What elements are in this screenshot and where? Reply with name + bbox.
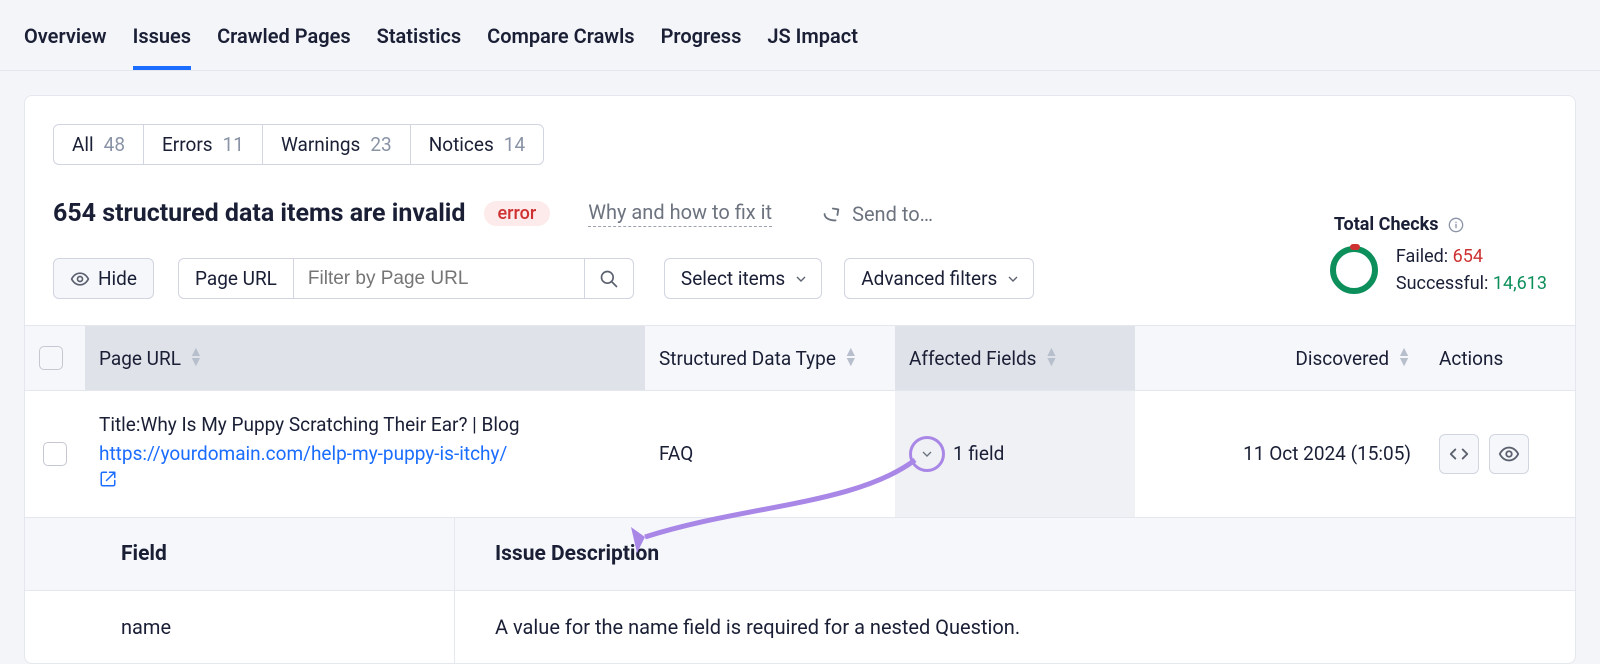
issue-title: 654 structured data items are invalid [53, 199, 466, 228]
issue-type-filter: All 48 Errors 11 Warnings 23 Notices 14 [53, 124, 1547, 165]
row-title: Why Is My Puppy Scratching Their Ear? | … [140, 413, 519, 436]
chevron-down-icon [1005, 271, 1021, 287]
row-data-type: FAQ [645, 391, 895, 517]
select-all-header[interactable] [25, 326, 85, 390]
sort-icon: ▲▼ [844, 348, 858, 368]
detail-col-field: Field [25, 518, 455, 590]
code-icon [1448, 443, 1470, 465]
row-actions [1425, 391, 1545, 517]
row-affected-fields[interactable]: 1 field [895, 391, 1135, 517]
filter-all[interactable]: All 48 [53, 124, 144, 165]
filter-notices-label: Notices [429, 133, 494, 156]
hide-button[interactable]: Hide [53, 258, 154, 299]
total-checks-block: Total Checks Failed: 654 Successful: 14,… [1330, 214, 1547, 297]
why-how-fix-link[interactable]: Why and how to fix it [588, 200, 772, 227]
detail-field-name: name [25, 591, 455, 663]
controls-row: Hide Page URL Select items Advanced filt… [53, 258, 1547, 299]
view-source-button[interactable] [1439, 434, 1479, 474]
row-checkbox-cell[interactable] [25, 391, 85, 517]
select-all-checkbox[interactable] [39, 346, 63, 370]
detail-row: name A value for the name field is requi… [25, 591, 1575, 663]
filter-errors-label: Errors [162, 133, 213, 156]
hide-label: Hide [98, 267, 137, 290]
page-url-filter: Page URL [178, 258, 634, 299]
table-row: Title:Why Is My Puppy Scratching Their E… [25, 391, 1575, 518]
successful-count: 14,613 [1493, 273, 1547, 294]
row-open-external[interactable] [99, 470, 117, 488]
expand-affected-button[interactable] [909, 436, 945, 472]
tab-compare-crawls[interactable]: Compare Crawls [487, 24, 634, 70]
col-affected-fields[interactable]: Affected Fields ▲▼ [895, 326, 1135, 390]
tab-crawled-pages[interactable]: Crawled Pages [217, 24, 351, 70]
detail-issue-description: A value for the name field is required f… [455, 591, 1575, 663]
advanced-filters-label: Advanced filters [861, 267, 997, 290]
filter-warnings[interactable]: Warnings 23 [262, 124, 411, 165]
sort-icon: ▲▼ [1397, 348, 1411, 368]
filter-warnings-count: 23 [370, 133, 391, 156]
col-discovered[interactable]: Discovered ▲▼ [1135, 326, 1425, 390]
eye-icon [1498, 443, 1520, 465]
filter-notices-count: 14 [504, 133, 525, 156]
issues-card: All 48 Errors 11 Warnings 23 Notices 14 … [24, 95, 1576, 664]
issues-table-header: Page URL ▲▼ Structured Data Type ▲▼ Affe… [25, 325, 1575, 391]
filter-all-count: 48 [104, 133, 125, 156]
eye-icon [70, 269, 90, 289]
checks-donut-icon [1330, 246, 1378, 294]
external-link-icon [99, 470, 117, 488]
chevron-down-icon [793, 271, 809, 287]
select-items-label: Select items [681, 267, 785, 290]
select-items-dropdown[interactable]: Select items [664, 258, 822, 299]
tab-issues[interactable]: Issues [133, 24, 192, 70]
advanced-filters-dropdown[interactable]: Advanced filters [844, 258, 1034, 299]
page-url-filter-label[interactable]: Page URL [178, 258, 294, 299]
top-tabs: Overview Issues Crawled Pages Statistics… [0, 0, 1600, 71]
filter-notices[interactable]: Notices 14 [410, 124, 544, 165]
issue-heading: 654 structured data items are invalid er… [53, 199, 1547, 228]
send-to-button[interactable]: Send to… [820, 202, 933, 226]
row-discovered: 11 Oct 2024 (15:05) [1135, 391, 1425, 517]
col-data-type[interactable]: Structured Data Type ▲▼ [645, 326, 895, 390]
total-checks-title: Total Checks [1334, 214, 1439, 235]
sort-icon: ▲▼ [1044, 348, 1058, 368]
filter-errors-count: 11 [223, 133, 244, 156]
col-actions: Actions [1425, 326, 1545, 390]
page-url-search-button[interactable] [584, 258, 634, 299]
detail-col-description: Issue Description [455, 518, 1575, 590]
failed-count: 654 [1453, 246, 1483, 267]
successful-label: Successful: [1396, 273, 1489, 294]
share-arrow-icon [820, 203, 842, 225]
search-icon [599, 269, 619, 289]
detail-header: Field Issue Description [25, 518, 1575, 591]
filter-warnings-label: Warnings [281, 133, 360, 156]
row-page-cell: Title:Why Is My Puppy Scratching Their E… [85, 391, 645, 517]
tab-overview[interactable]: Overview [24, 24, 107, 70]
sort-icon: ▲▼ [189, 348, 203, 368]
page-url-filter-input[interactable] [294, 258, 584, 299]
filter-all-label: All [72, 133, 94, 156]
chevron-down-icon [919, 446, 935, 462]
info-icon[interactable] [1448, 217, 1464, 233]
severity-badge: error [484, 201, 551, 226]
failed-label: Failed: [1396, 246, 1448, 267]
send-to-label: Send to… [852, 202, 933, 226]
row-checkbox[interactable] [43, 442, 67, 466]
row-url-link[interactable]: https://yourdomain.com/help-my-puppy-is-… [99, 440, 507, 469]
col-page-url[interactable]: Page URL ▲▼ [85, 326, 645, 390]
view-button[interactable] [1489, 434, 1529, 474]
successful-row: Successful: 14,613 [1396, 270, 1547, 297]
failed-row: Failed: 654 [1396, 243, 1547, 270]
tab-statistics[interactable]: Statistics [377, 24, 462, 70]
tab-js-impact[interactable]: JS Impact [767, 24, 858, 70]
tab-progress[interactable]: Progress [661, 24, 742, 70]
filter-errors[interactable]: Errors 11 [143, 124, 263, 165]
row-title-prefix: Title: [99, 413, 140, 436]
